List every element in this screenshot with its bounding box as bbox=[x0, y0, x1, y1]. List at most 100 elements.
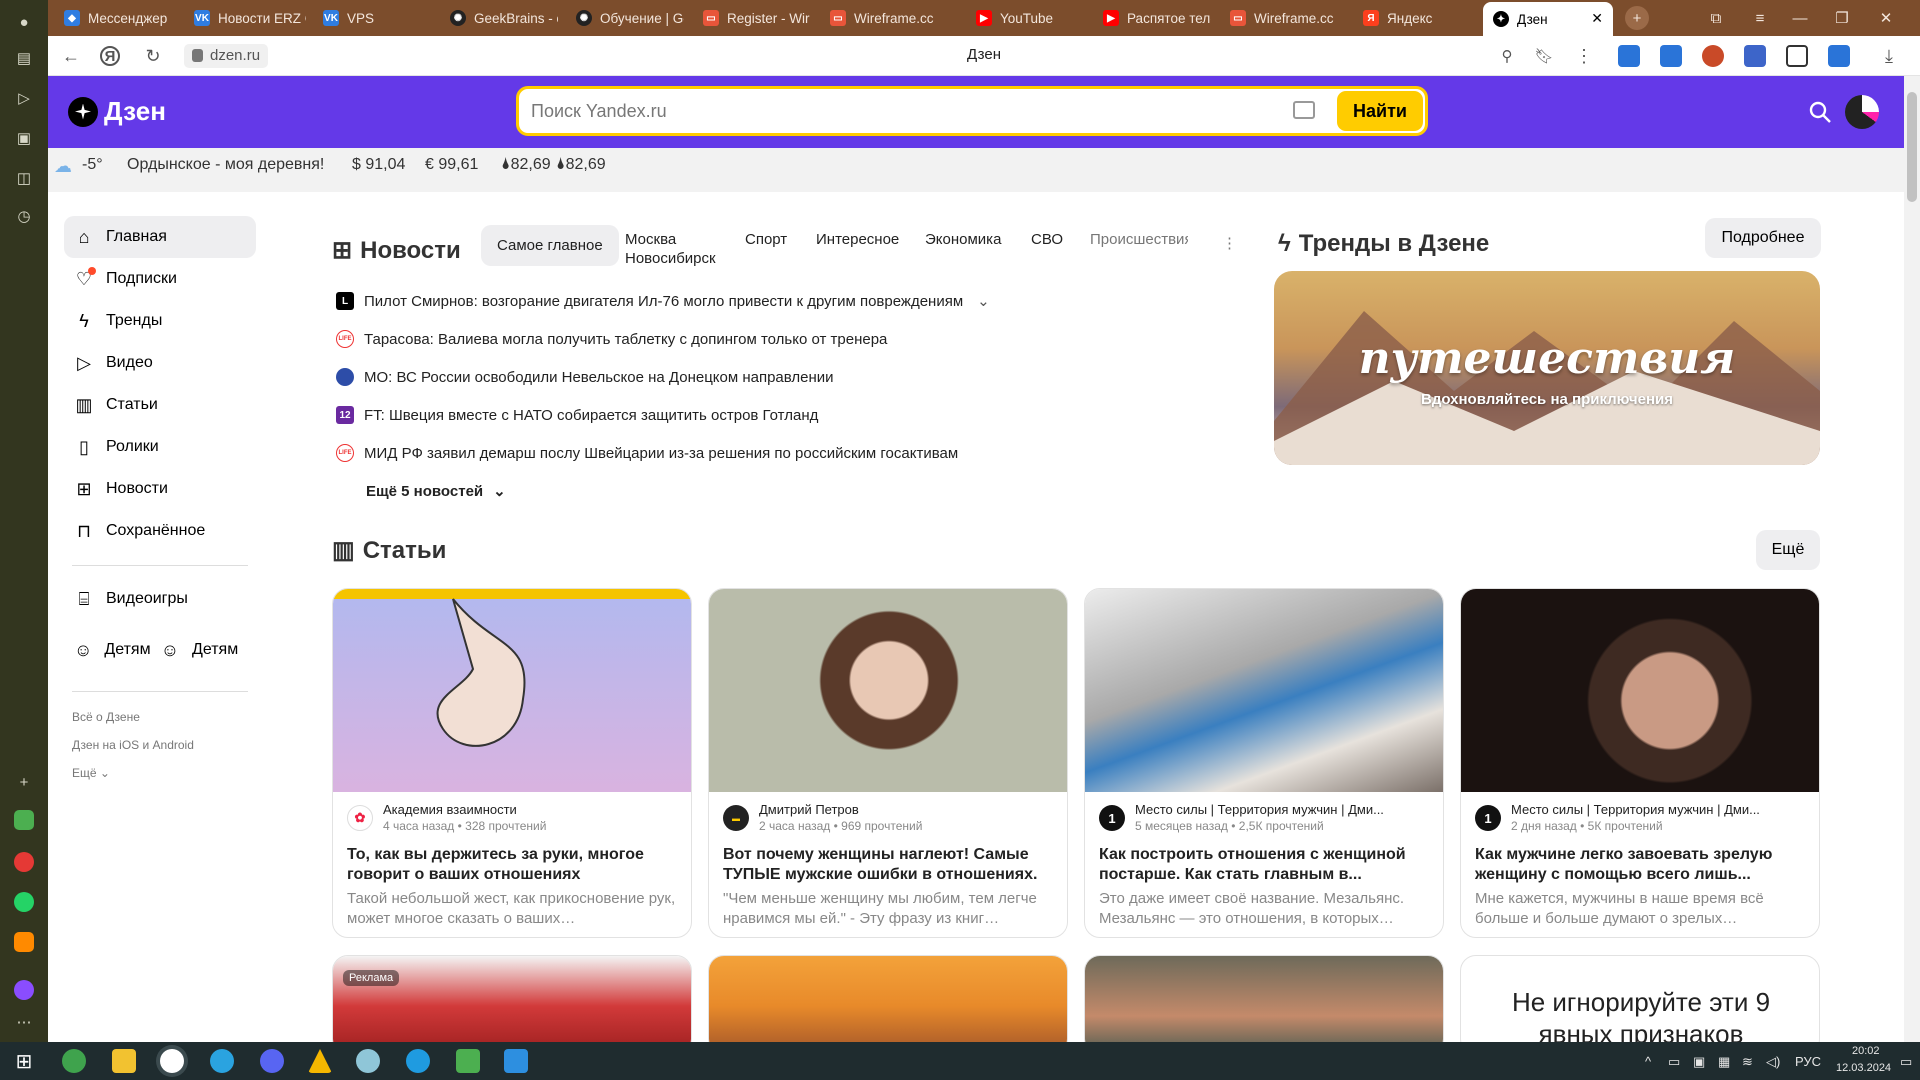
search-button[interactable]: Найти bbox=[1337, 91, 1423, 131]
app-icon[interactable] bbox=[308, 1049, 332, 1073]
article-card[interactable]: 1 Место силы | Территория мужчин | Дми..… bbox=[1460, 588, 1820, 938]
back-button[interactable]: ← bbox=[60, 45, 82, 67]
location-icon[interactable]: ⚲ bbox=[1496, 45, 1518, 67]
trends-more-button[interactable]: Подробнее bbox=[1705, 218, 1821, 258]
tab-wireframe[interactable]: ▭ Wireframe.cc bbox=[820, 4, 938, 32]
history-icon[interactable]: ◷ bbox=[12, 204, 36, 228]
reload-button[interactable]: ↻ bbox=[142, 45, 164, 67]
location-name[interactable]: Ордынское - моя деревня! bbox=[127, 156, 324, 174]
sidebar-item-shorts[interactable]: ▯ Ролики bbox=[64, 426, 256, 468]
ad-card[interactable]: Реклама bbox=[332, 955, 692, 1055]
new-tab-button[interactable]: + bbox=[1625, 6, 1649, 30]
chevron-down-icon[interactable]: ⌄ bbox=[977, 292, 990, 310]
tab-interesting[interactable]: Интересное bbox=[816, 230, 899, 249]
edge-icon[interactable] bbox=[406, 1049, 430, 1073]
more-vertical-icon[interactable]: ⋮ bbox=[1573, 45, 1595, 67]
article-title[interactable]: То, как вы держитесь за руки, многое гов… bbox=[347, 845, 681, 885]
volume-icon[interactable]: ◁) bbox=[1766, 1054, 1780, 1070]
article-title[interactable]: Как построить отношения с женщиной поста… bbox=[1099, 845, 1433, 885]
article-card[interactable] bbox=[708, 955, 1068, 1055]
menu-icon[interactable]: ≡ bbox=[1748, 6, 1772, 30]
discord-icon[interactable] bbox=[260, 1049, 284, 1073]
tab-svo[interactable]: СВО bbox=[1031, 230, 1063, 249]
oil-rate[interactable]: 🌢︎82,69 bbox=[501, 156, 551, 174]
extension-icon[interactable] bbox=[1618, 45, 1640, 67]
sidebar-item-games[interactable]: ⌸ Видеоигры bbox=[64, 578, 256, 620]
tray-icon[interactable]: ▦ bbox=[1718, 1054, 1730, 1070]
tray-icon[interactable]: ▭ bbox=[1668, 1054, 1680, 1070]
sidebar-item-articles[interactable]: ▥ Статьи bbox=[64, 384, 256, 426]
yandex-button[interactable]: Я bbox=[100, 46, 120, 66]
avatar[interactable]: ▬ bbox=[723, 805, 749, 831]
about-link[interactable]: Всё о Дзене bbox=[72, 710, 140, 724]
search-icon[interactable] bbox=[1808, 100, 1832, 124]
articles-heading[interactable]: ▥ Статьи bbox=[332, 536, 446, 565]
news-item[interactable]: 12 FT: Швеция вместе с НАТО собирается за… bbox=[336, 406, 818, 424]
news-heading[interactable]: ⊞ Новости bbox=[332, 236, 461, 265]
tab-sport[interactable]: Спорт bbox=[745, 230, 787, 249]
add-panel-icon[interactable]: + bbox=[12, 770, 36, 794]
sidebar-item-trends[interactable]: ϟ Тренды bbox=[64, 300, 256, 342]
avatar[interactable]: 1 bbox=[1475, 805, 1501, 831]
page-scrollbar[interactable] bbox=[1904, 76, 1920, 1042]
article-card[interactable]: ▬ Дмитрий Петров 2 часа назад • 969 проч… bbox=[708, 588, 1068, 938]
article-author[interactable]: Академия взаимности bbox=[383, 802, 683, 817]
extension-icon[interactable] bbox=[1828, 45, 1850, 67]
scrollbar-thumb[interactable] bbox=[1907, 92, 1917, 202]
maximize-button[interactable]: ❐ bbox=[1830, 6, 1854, 30]
avatar[interactable]: 1 bbox=[1099, 805, 1125, 831]
tab-main[interactable]: Самое главное bbox=[481, 225, 619, 266]
sidebar-item-saved[interactable]: ⊓ Сохранённое bbox=[64, 510, 256, 552]
notifications-icon[interactable]: ▭ bbox=[1900, 1054, 1912, 1070]
dzen-logo[interactable]: Дзен bbox=[68, 96, 166, 127]
minimize-button[interactable]: — bbox=[1788, 6, 1812, 30]
extension-icon[interactable] bbox=[1744, 45, 1766, 67]
yandex-browser-icon[interactable] bbox=[160, 1049, 184, 1073]
more-news-button[interactable]: Ещё 5 новостей ⌄ bbox=[366, 482, 506, 501]
tab-vk-news[interactable]: VK Новости ERZ С bbox=[184, 4, 306, 32]
tab-economy[interactable]: Экономика bbox=[925, 230, 1001, 249]
article-card[interactable] bbox=[1084, 955, 1444, 1055]
tab-wireframe-2[interactable]: ▭ Wireframe.cc bbox=[1220, 4, 1338, 32]
extensions-icon[interactable] bbox=[1786, 45, 1808, 67]
url-field[interactable]: dzen.ru bbox=[184, 44, 269, 68]
more-vertical-icon[interactable]: ⋮ bbox=[1222, 234, 1237, 253]
tab-youtube-video[interactable]: ▶ Распятое тело bbox=[1093, 4, 1211, 32]
more-link[interactable]: Ещё ⌄ bbox=[72, 766, 110, 780]
tab-dzen[interactable]: ✦ Дзен ✕ bbox=[1483, 2, 1613, 36]
close-window-button[interactable]: ✕ bbox=[1874, 6, 1898, 30]
article-author[interactable]: Дмитрий Петров bbox=[759, 802, 1059, 817]
app-icon[interactable] bbox=[356, 1049, 380, 1073]
tab-vps[interactable]: VK VPS bbox=[313, 4, 413, 32]
search-input[interactable] bbox=[531, 89, 1291, 133]
calendar-icon[interactable]: ▣ bbox=[12, 126, 36, 150]
oil-rate[interactable]: 🌢︎82,69 bbox=[556, 156, 606, 174]
usd-rate[interactable]: $ 91,04 bbox=[352, 156, 405, 174]
clock-time[interactable]: 20:02 bbox=[1852, 1045, 1880, 1057]
alice-icon[interactable] bbox=[12, 978, 36, 1002]
sidebar-item-kids[interactable]: ☺ Детям bbox=[150, 629, 250, 671]
trends-heading[interactable]: ϟ Тренды в Дзене bbox=[1278, 230, 1489, 258]
article-card[interactable]: ✿ Академия взаимности 4 часа назад • 328… bbox=[332, 588, 692, 938]
avatar[interactable] bbox=[1845, 95, 1879, 129]
news-item[interactable]: L Пилот Смирнов: возгорание двигателя Ил-… bbox=[336, 292, 990, 310]
tab-youtube[interactable]: ▶ YouTube bbox=[966, 4, 1084, 32]
screenshot-icon[interactable]: ◫ bbox=[12, 166, 36, 190]
article-author[interactable]: Место силы | Территория мужчин | Дми... bbox=[1511, 802, 1811, 817]
temperature[interactable]: -5° bbox=[82, 156, 103, 174]
whatsapp-icon[interactable] bbox=[12, 890, 36, 914]
wifi-icon[interactable]: ≋ bbox=[1742, 1054, 1753, 1070]
file-explorer-icon[interactable] bbox=[112, 1049, 136, 1073]
sidebar-item-news[interactable]: ⊞ Новости bbox=[64, 468, 256, 510]
more-icon[interactable]: ⋯ bbox=[12, 1010, 36, 1034]
windows-start-icon[interactable]: ⊞ bbox=[12, 1049, 36, 1073]
clock-date[interactable]: 12.03.2024 bbox=[1836, 1062, 1891, 1074]
tray-icon[interactable]: ▣ bbox=[1693, 1054, 1705, 1070]
notes-icon[interactable]: ▤ bbox=[12, 46, 36, 70]
bookmark-icon[interactable]: 🔖︎ bbox=[1533, 45, 1555, 67]
app-icon[interactable] bbox=[456, 1049, 480, 1073]
tab-geekbrains[interactable]: ✺ GeekBrains - о bbox=[440, 4, 558, 32]
sidebar-item-video[interactable]: ▷ Видео bbox=[64, 342, 256, 384]
apps-link[interactable]: Дзен на iOS и Android bbox=[72, 738, 194, 752]
tray-chevron-icon[interactable]: ^ bbox=[1645, 1054, 1651, 1069]
